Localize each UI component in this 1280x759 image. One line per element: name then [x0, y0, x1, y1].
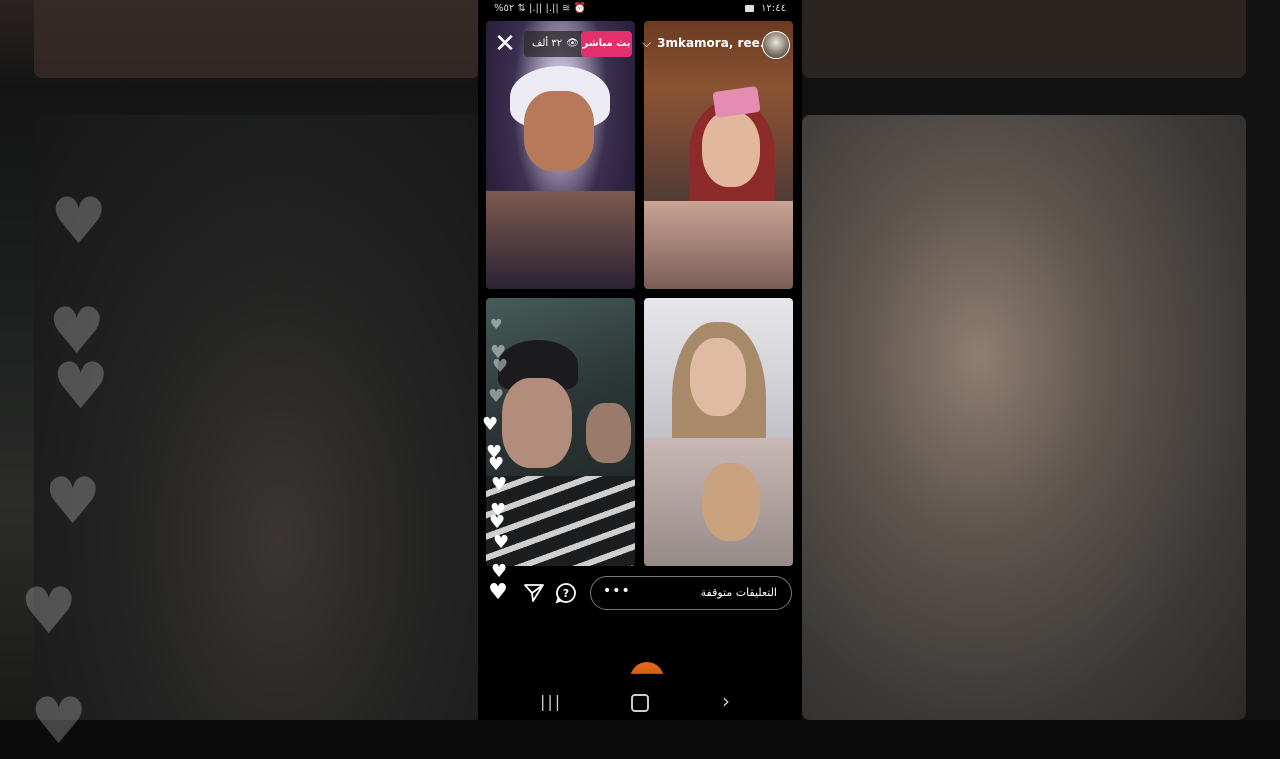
- floating-heart-icon: ♥: [488, 386, 505, 407]
- live-video-tile[interactable]: [486, 21, 635, 289]
- video-content: [702, 111, 760, 187]
- video-content: [644, 201, 793, 289]
- background-band: [802, 0, 1246, 78]
- question-icon: ?: [555, 583, 576, 604]
- eye-icon: 👁: [566, 38, 579, 49]
- live-participants[interactable]: ⌵ 3mkamora, ree...: [642, 36, 773, 51]
- recent-apps-button[interactable]: |||: [540, 692, 562, 711]
- live-video-tile[interactable]: [644, 21, 793, 289]
- participant-usernames: 3mkamora, ree...: [657, 36, 774, 50]
- svg-text:?: ?: [563, 587, 569, 600]
- status-bar: %٥٢ ⇅ |.|| |.|| ≋ ⏰ ١٢:٤٤: [478, 0, 802, 18]
- video-content: [502, 378, 572, 468]
- home-button[interactable]: [631, 694, 649, 712]
- floating-heart-icon: ♥: [489, 512, 506, 533]
- system-navbar: ||| ›: [478, 686, 802, 720]
- floating-heart-icon: ♥: [493, 532, 510, 553]
- back-button[interactable]: ›: [722, 689, 730, 713]
- floating-heart-icon: ♥: [488, 454, 505, 475]
- floating-heart-icon: ♥: [492, 356, 509, 377]
- background-left-blur: ♥ ♥ ♥ ♥ ♥ ♥: [0, 0, 480, 754]
- viewer-count-badge[interactable]: ٣٢ ألف 👁: [524, 31, 587, 57]
- status-time: ١٢:٤٤: [761, 3, 786, 14]
- background-heart-icon: ♥: [20, 575, 78, 649]
- phone-screen: %٥٢ ⇅ |.|| |.|| ≋ ⏰ ١٢:٤٤ ✕ ٣٢ ألف 👁 بث م…: [478, 0, 802, 720]
- like-button[interactable]: ♥: [486, 581, 510, 605]
- live-video-tile[interactable]: [644, 298, 793, 566]
- share-button[interactable]: [522, 581, 546, 605]
- video-content: [486, 191, 635, 289]
- floating-heart-icon: ♥: [490, 317, 503, 333]
- chevron-down-icon: ⌵: [642, 36, 652, 50]
- video-content: [524, 91, 594, 171]
- video-content: [586, 403, 631, 463]
- viewer-count: ٣٢ ألف: [532, 38, 563, 49]
- camera-icon: [744, 4, 754, 12]
- background-right-blur: [802, 0, 1280, 720]
- avatar[interactable]: [762, 31, 790, 59]
- question-button[interactable]: ?: [554, 581, 578, 605]
- background-heart-icon: ♥: [50, 185, 108, 259]
- background-panel: [802, 115, 1246, 720]
- background-heart-icon: ♥: [44, 465, 102, 539]
- comments-disabled-label: التعليقات متوقفة: [700, 586, 777, 599]
- background-heart-icon: ♥: [52, 350, 110, 424]
- live-action-bar: ♥ ? ••• التعليقات متوقفة: [478, 574, 802, 612]
- live-badge: بث مباشر: [581, 31, 632, 57]
- heart-icon: ♥: [488, 580, 508, 605]
- video-content: [702, 463, 760, 541]
- close-button[interactable]: ✕: [492, 29, 518, 59]
- close-icon: ✕: [494, 29, 516, 59]
- status-icons: %٥٢ ⇅ |.|| |.|| ≋ ⏰: [494, 3, 586, 14]
- video-content: [690, 338, 746, 416]
- floating-heart-icon: ♥: [491, 474, 508, 495]
- background-band: [34, 0, 480, 78]
- comment-field[interactable]: ••• التعليقات متوقفة: [590, 576, 792, 610]
- send-icon: [524, 584, 544, 602]
- more-options-button[interactable]: •••: [603, 583, 631, 599]
- background-heart-icon: ♥: [30, 685, 88, 759]
- live-video-tile[interactable]: [486, 298, 635, 566]
- floating-heart-icon: ♥: [482, 414, 499, 435]
- status-time-group: ١٢:٤٤: [744, 3, 786, 14]
